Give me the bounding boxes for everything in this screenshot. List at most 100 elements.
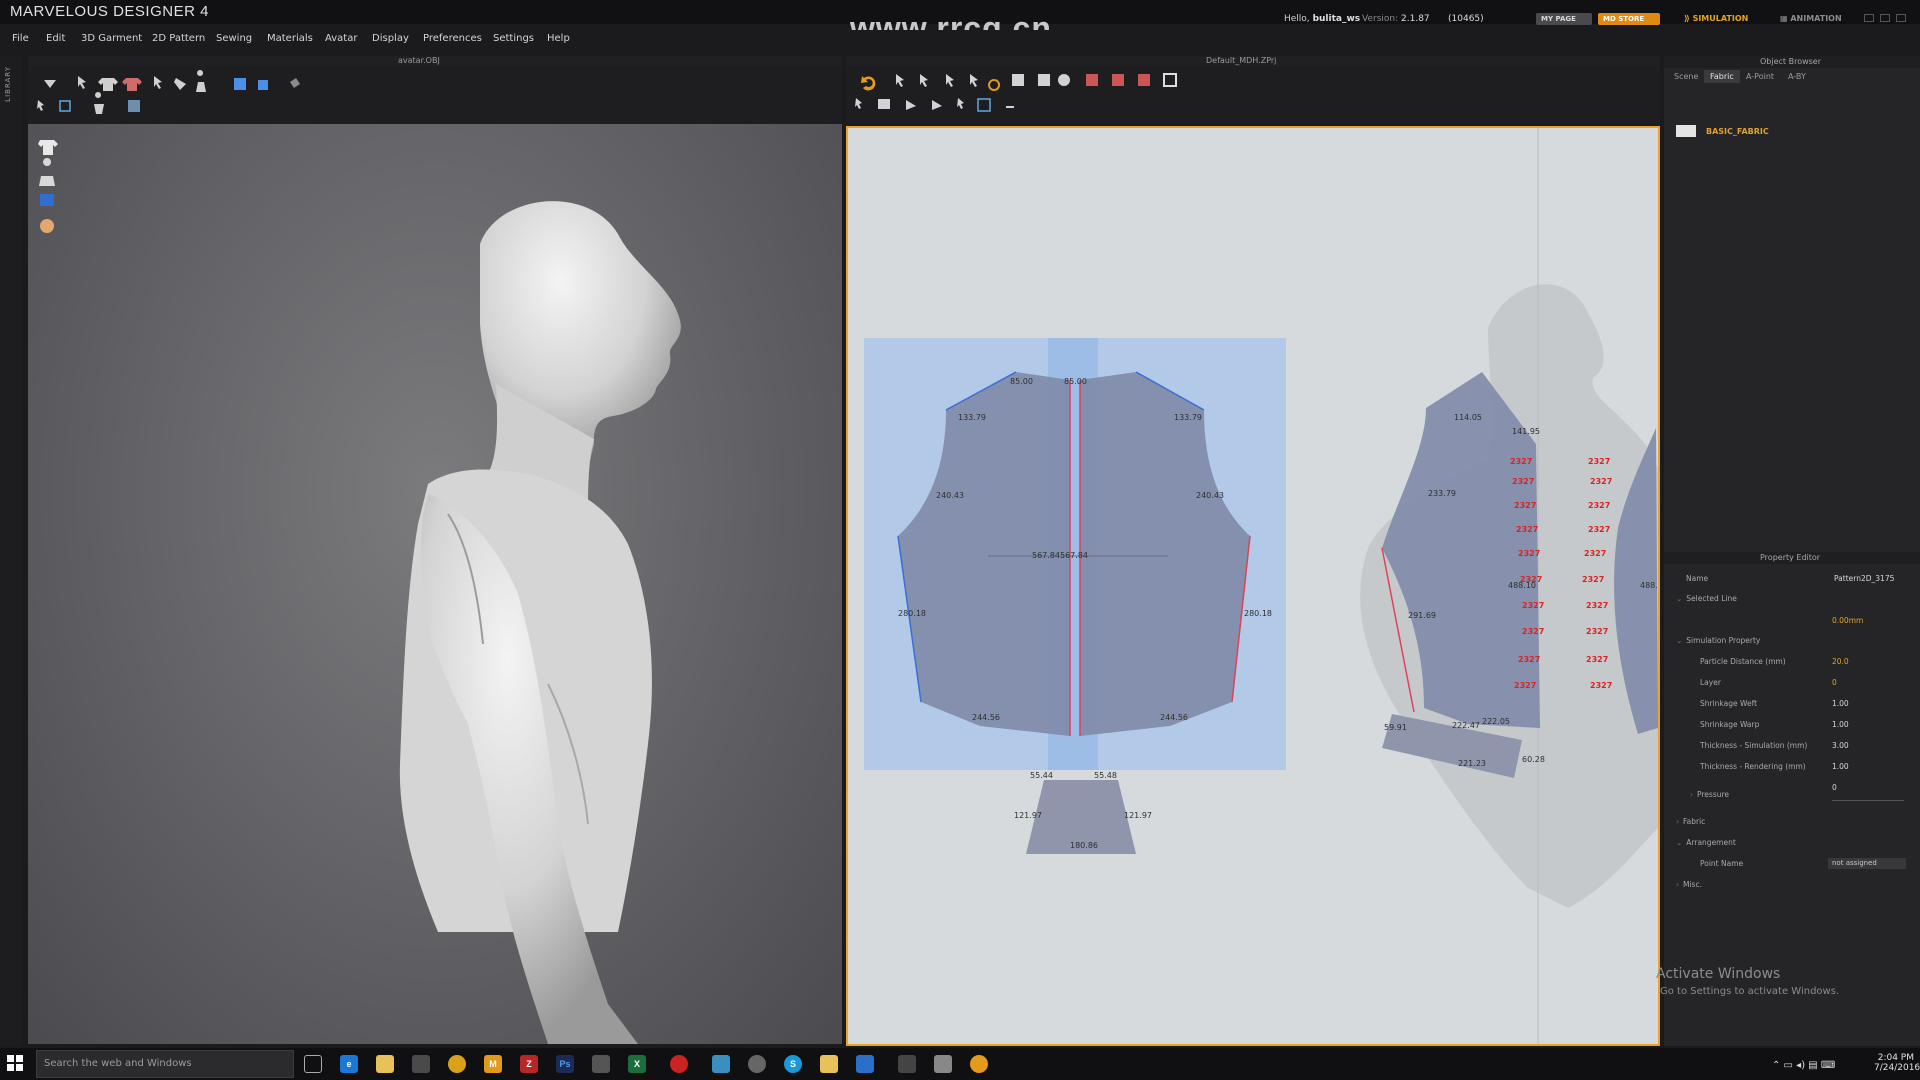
move-down-icon — [44, 80, 56, 88]
menu-display[interactable]: Display — [372, 33, 409, 44]
stitch-marker: 2327 — [1590, 681, 1612, 690]
system-tray-icons[interactable]: ⌃ ▭ ◂) ▤ ⌨ — [1772, 1060, 1835, 1071]
minimize-button[interactable] — [1864, 14, 1874, 22]
chrome-icon[interactable] — [448, 1055, 466, 1073]
misc-label: Misc. — [1683, 880, 1702, 889]
marvelous-designer-icon[interactable]: M — [484, 1055, 502, 1073]
pressure-slider[interactable] — [1832, 800, 1904, 801]
app-icon-3[interactable] — [712, 1055, 730, 1073]
stitch-marker: 2327 — [1586, 627, 1608, 636]
menu-avatar[interactable]: Avatar — [325, 33, 357, 44]
menu-materials[interactable]: Materials — [267, 33, 313, 44]
stitch-marker: 2327 — [1512, 477, 1534, 486]
fabric-swatch[interactable] — [1676, 125, 1696, 137]
selected-line-section[interactable]: ⌄ Selected Line — [1676, 594, 1737, 603]
fabric-section-label: Fabric — [1683, 817, 1706, 826]
app-icon-4[interactable] — [748, 1055, 766, 1073]
property-editor-title: Property Editor — [1760, 553, 1821, 562]
menu-sewing[interactable]: Sewing — [216, 33, 252, 44]
folder-icon[interactable] — [820, 1055, 838, 1073]
maximize-button[interactable] — [1880, 14, 1890, 22]
greeting-prefix: Hello, — [1284, 14, 1310, 24]
edge-icon[interactable]: e — [340, 1055, 358, 1073]
viewport-3d[interactable] — [28, 124, 842, 1044]
more-tools-icon — [1006, 106, 1014, 108]
close-button[interactable] — [1896, 14, 1906, 22]
menu-edit[interactable]: Edit — [46, 33, 65, 44]
app-icon-2[interactable] — [670, 1055, 688, 1073]
app-icon-5[interactable] — [856, 1055, 874, 1073]
selected-line-value[interactable]: 0.00mm — [1832, 616, 1863, 625]
app-icon-1[interactable] — [592, 1055, 610, 1073]
shrinkage-warp-label: Shrinkage Warp — [1700, 720, 1760, 729]
library-strip[interactable] — [0, 56, 22, 1046]
my-page-button[interactable]: MY PAGE — [1536, 13, 1592, 25]
activate-windows-hint: Go to Settings to activate Windows. — [1660, 986, 1840, 997]
name-value[interactable]: Pattern2D_3175 — [1834, 574, 1894, 583]
menu-preferences[interactable]: Preferences — [423, 33, 482, 44]
arrangement-section[interactable]: ⌄ Arrangement — [1676, 838, 1736, 847]
animation-mode-button[interactable]: ▦ ANIMATION — [1780, 14, 1842, 23]
clock-time: 2:04 PM — [1877, 1053, 1914, 1063]
measurement-label: 60.28 — [1522, 755, 1545, 764]
app-icon-6[interactable] — [898, 1055, 916, 1073]
fabric-name[interactable]: BASIC_FABRIC — [1706, 127, 1769, 136]
simulation-mode-button[interactable]: ⟫ SIMULATION — [1684, 14, 1748, 23]
shrinkage-weft-value[interactable]: 1.00 — [1832, 699, 1849, 708]
pressure-section[interactable]: › Pressure — [1690, 790, 1729, 799]
taskbar-search-placeholder[interactable]: Search the web and Windows — [44, 1058, 192, 1069]
pin-icon — [174, 78, 186, 90]
photos-icon[interactable] — [934, 1055, 952, 1073]
point-name-select[interactable]: not assigned — [1828, 858, 1906, 869]
menu-3d-garment[interactable]: 3D Garment — [81, 33, 142, 44]
windows-start-button[interactable] — [6, 1054, 24, 1076]
measurement-label: 55.44 — [1030, 771, 1053, 780]
particle-distance-value[interactable]: 20.0 — [1832, 657, 1849, 666]
menu-settings[interactable]: Settings — [493, 33, 534, 44]
internal-polygon-icon — [1086, 74, 1098, 86]
thickness-rendering-value[interactable]: 1.00 — [1832, 762, 1849, 771]
menu-2d-pattern[interactable]: 2D Pattern — [152, 33, 205, 44]
filezilla-icon[interactable]: Z — [520, 1055, 538, 1073]
toolbar-3d — [28, 66, 842, 124]
rectangle-icon — [1038, 74, 1050, 86]
md-store-button[interactable]: MD STORE — [1598, 13, 1660, 25]
file-explorer-icon[interactable] — [376, 1055, 394, 1073]
thickness-simulation-value[interactable]: 3.00 — [1832, 741, 1849, 750]
username[interactable]: bulita_ws — [1313, 14, 1361, 24]
fabric-section[interactable]: › Fabric — [1676, 817, 1705, 826]
menu-help[interactable]: Help — [547, 33, 570, 44]
tab-a-by[interactable]: A-BY — [1782, 70, 1812, 83]
version-value: 2.1.87 — [1401, 14, 1430, 24]
avatar-body-icon — [39, 158, 55, 186]
misc-section[interactable]: › Misc. — [1676, 880, 1702, 889]
store-icon[interactable] — [412, 1055, 430, 1073]
extra-value[interactable]: 0 — [1832, 783, 1837, 792]
skype-icon[interactable]: S — [784, 1055, 802, 1073]
sewing-trace-icon — [932, 100, 942, 110]
library-label[interactable]: LIBRARY — [4, 66, 16, 102]
menu-file[interactable]: File — [12, 33, 29, 44]
tab-scene[interactable]: Scene — [1668, 70, 1704, 83]
stitch-marker: 2327 — [1588, 457, 1610, 466]
simulation-property-section[interactable]: ⌄ Simulation Property — [1676, 636, 1760, 645]
measurement-label: 141.95 — [1512, 427, 1540, 436]
edit-sewing-icon — [906, 100, 916, 110]
avatar-3d-view[interactable] — [28, 124, 842, 1044]
excel-icon[interactable]: X — [628, 1055, 646, 1073]
pattern-canvas[interactable]: 2327 2327 2327 2327 2327 2327 2327 2327 2327 2327… — [848, 128, 1658, 1044]
tab-a-point[interactable]: A-Point — [1740, 70, 1780, 83]
layer-value[interactable]: 0 — [1832, 678, 1837, 687]
stitch-marker: 2327 — [1590, 477, 1612, 486]
tab-fabric[interactable]: Fabric — [1704, 70, 1740, 83]
simulation-property-label: Simulation Property — [1686, 636, 1761, 645]
avatar-mesh[interactable] — [399, 201, 681, 1044]
measurement-label: 280.18 — [898, 609, 926, 618]
task-view-icon[interactable] — [304, 1055, 322, 1073]
viewport-2d[interactable]: 2327 2327 2327 2327 2327 2327 2327 2327 2327 2327… — [846, 126, 1660, 1046]
measurement-label: 222.47 — [1452, 721, 1480, 730]
app-icon-7[interactable] — [970, 1055, 988, 1073]
photoshop-icon[interactable]: Ps — [556, 1055, 574, 1073]
taskbar-clock[interactable]: 2:04 PM 7/24/2016 — [1874, 1053, 1920, 1073]
shrinkage-warp-value[interactable]: 1.00 — [1832, 720, 1849, 729]
